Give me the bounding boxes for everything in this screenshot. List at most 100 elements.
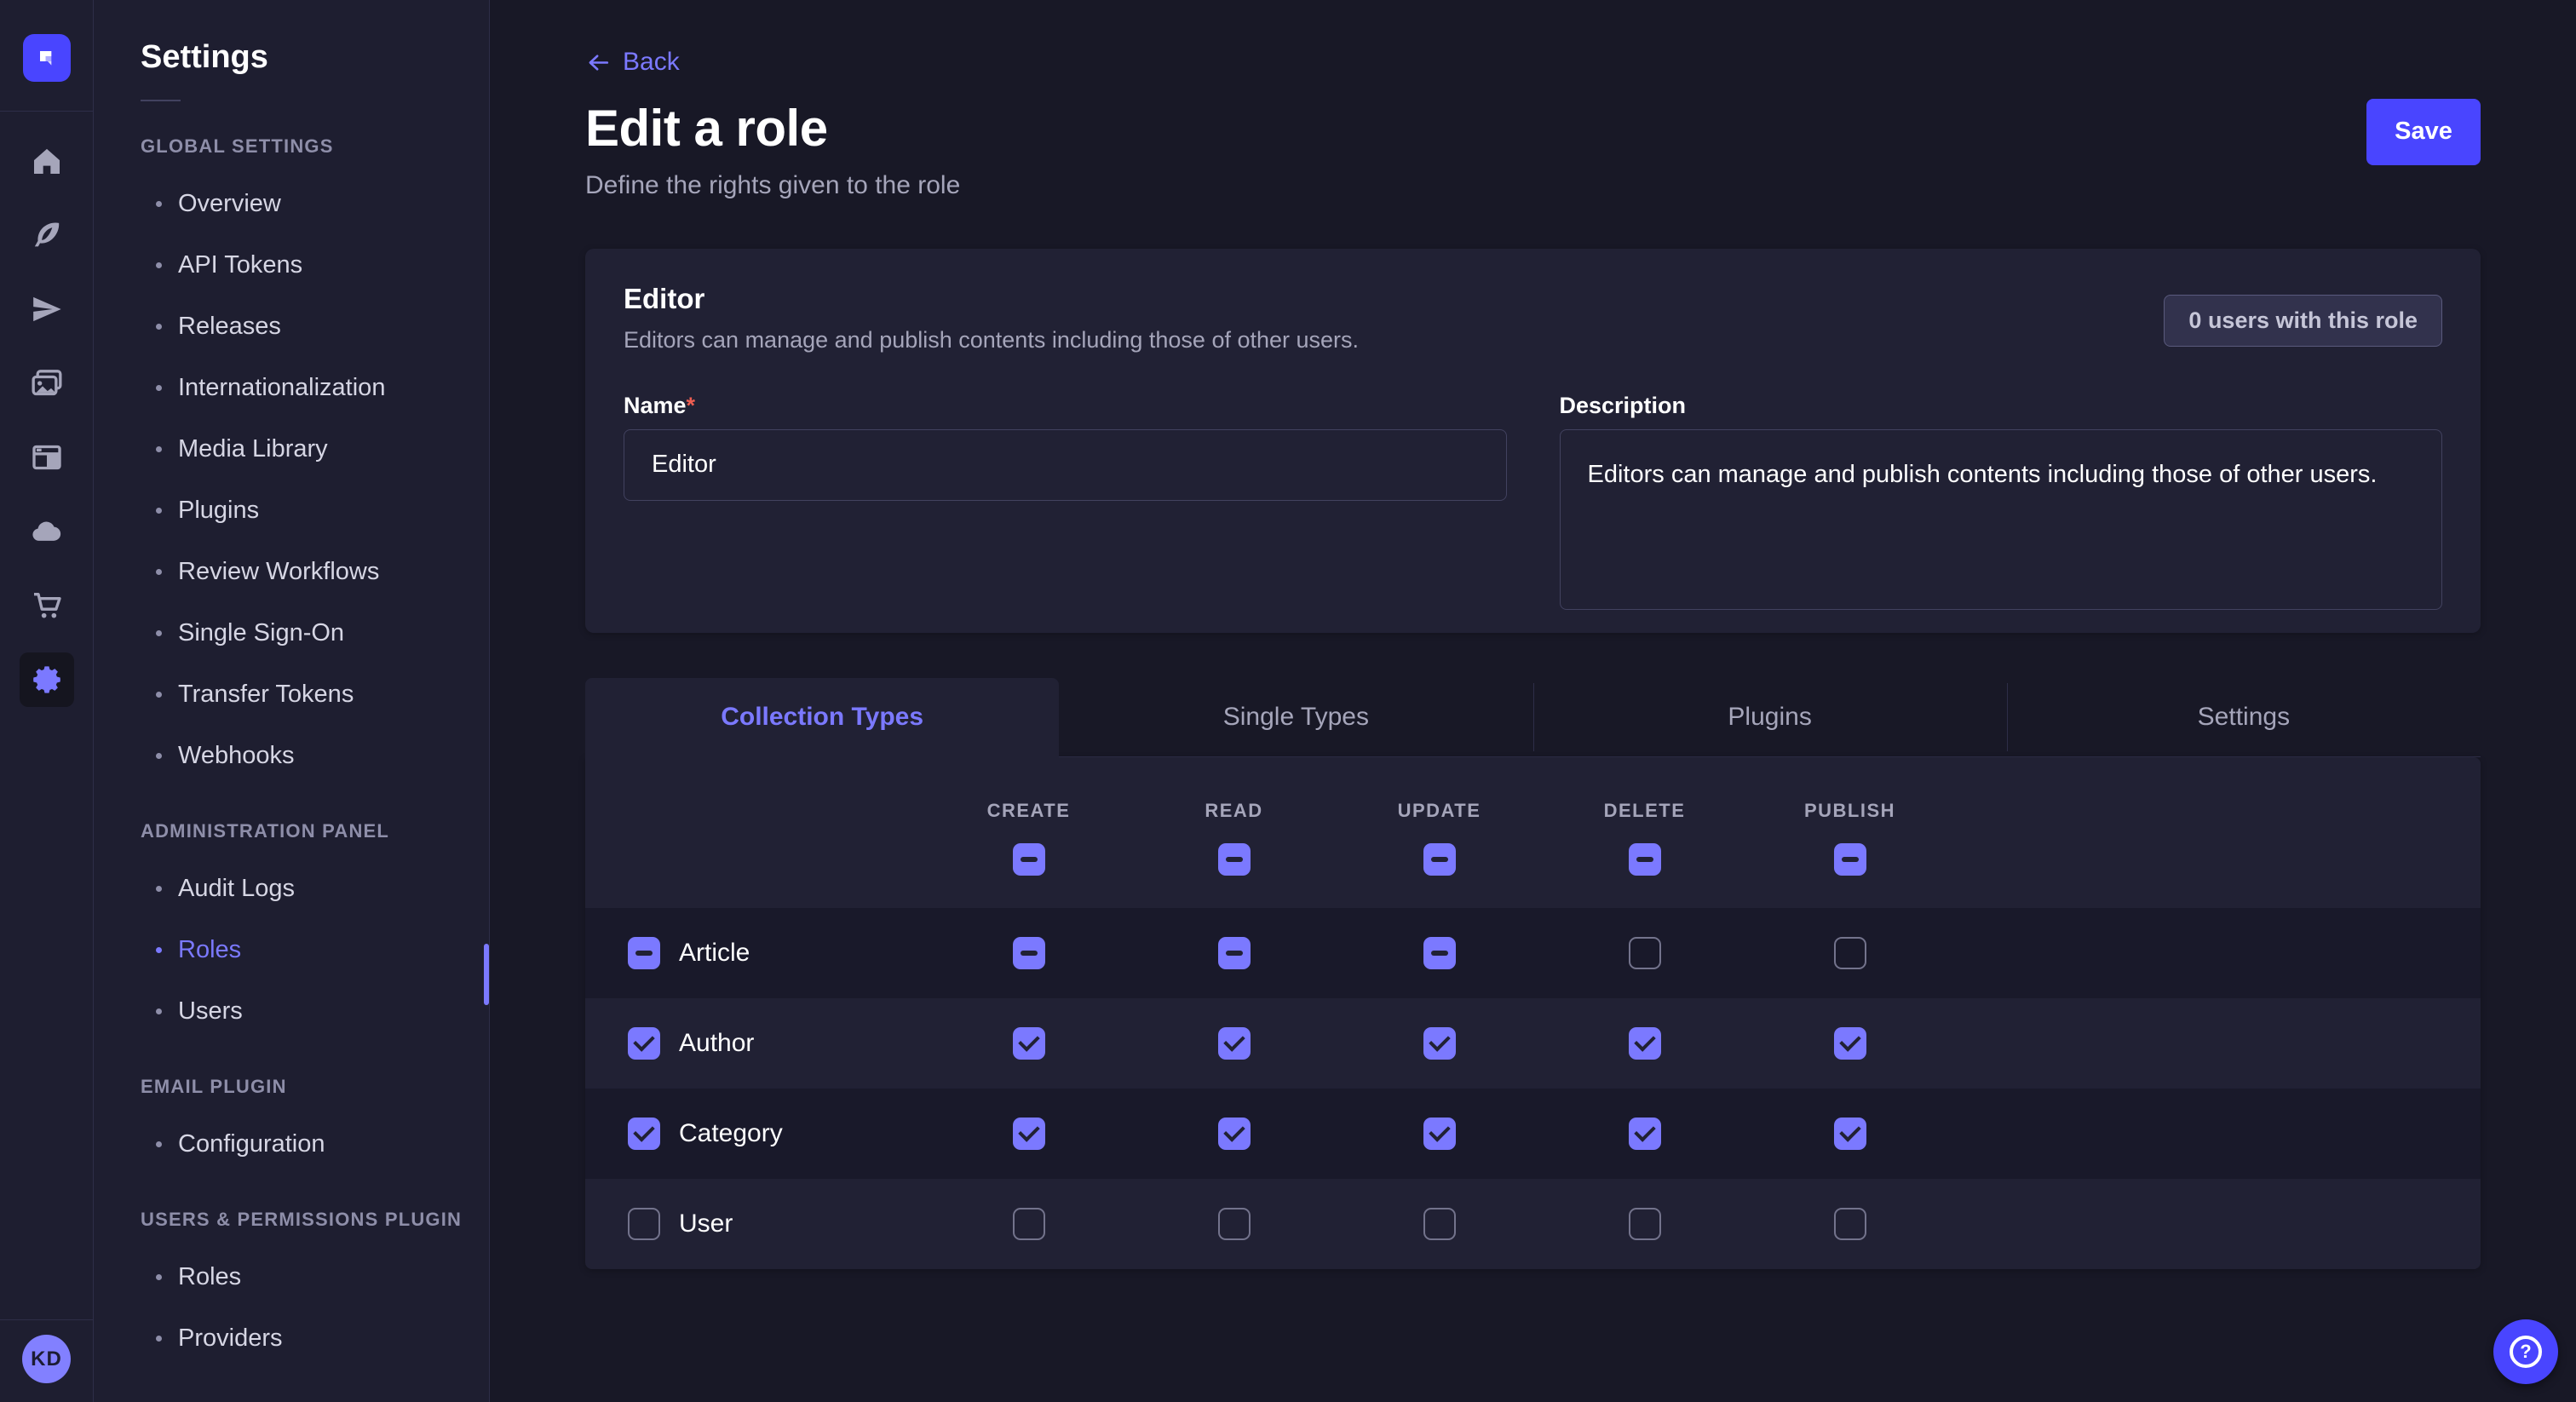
bullet-icon bbox=[156, 262, 162, 268]
marketplace-icon[interactable] bbox=[20, 578, 74, 633]
sidebar-item-audit-logs[interactable]: Audit Logs bbox=[141, 858, 472, 919]
content-manager-icon[interactable] bbox=[20, 430, 74, 485]
author-delete-checkbox[interactable] bbox=[1629, 1027, 1661, 1060]
sidebar-item-label: API Tokens bbox=[178, 251, 302, 279]
article-delete-checkbox[interactable] bbox=[1629, 937, 1661, 969]
table-row-user: User bbox=[585, 1179, 2481, 1269]
sidebar-item-api-tokens[interactable]: API Tokens bbox=[141, 234, 472, 296]
sidebar-item-releases[interactable]: Releases bbox=[141, 296, 472, 357]
sidebar-item-label: Transfer Tokens bbox=[178, 681, 354, 709]
select-row-author-checkbox[interactable] bbox=[628, 1027, 660, 1060]
help-button[interactable]: ? bbox=[2493, 1319, 2558, 1384]
sidebar-section: GLOBAL SETTINGS Overview API Tokens Rele… bbox=[141, 135, 472, 786]
select-row-user-checkbox[interactable] bbox=[628, 1208, 660, 1240]
sidebar-section-items: Roles Providers bbox=[141, 1246, 472, 1369]
select-all-update-checkbox[interactable] bbox=[1423, 843, 1456, 876]
sidebar-item-label: Overview bbox=[178, 190, 281, 218]
sidebar-item-roles[interactable]: Roles bbox=[141, 919, 472, 980]
sidebar-item-label: Providers bbox=[178, 1324, 283, 1353]
bullet-icon bbox=[156, 385, 162, 391]
description-textarea[interactable]: Editors can manage and publish contents … bbox=[1560, 429, 2443, 610]
tab-single-types[interactable]: Single Types bbox=[1059, 678, 1532, 756]
sidebar-item-transfer-tokens[interactable]: Transfer Tokens bbox=[141, 664, 472, 725]
select-all-create-checkbox[interactable] bbox=[1013, 843, 1045, 876]
user-update-checkbox[interactable] bbox=[1423, 1208, 1456, 1240]
row-name-cell: Category bbox=[585, 1118, 926, 1150]
select-row-article-checkbox[interactable] bbox=[628, 937, 660, 969]
content-writer-icon[interactable] bbox=[20, 208, 74, 262]
author-update-checkbox[interactable] bbox=[1423, 1027, 1456, 1060]
column-header-create: Create bbox=[926, 800, 1131, 822]
sidebar-item-webhooks[interactable]: Webhooks bbox=[141, 725, 472, 786]
main-content: Back Edit a role Define the rights given… bbox=[490, 0, 2576, 1402]
author-read-checkbox[interactable] bbox=[1218, 1027, 1251, 1060]
settings-icon[interactable] bbox=[20, 652, 74, 707]
row-name-cell: Article bbox=[585, 937, 926, 969]
sidebar-item-plugins[interactable]: Plugins bbox=[141, 480, 472, 541]
author-publish-checkbox[interactable] bbox=[1834, 1027, 1866, 1060]
article-create-checkbox[interactable] bbox=[1013, 937, 1045, 969]
sidebar-item-roles[interactable]: Roles bbox=[141, 1246, 472, 1307]
user-delete-checkbox[interactable] bbox=[1629, 1208, 1661, 1240]
user-create-checkbox[interactable] bbox=[1013, 1208, 1045, 1240]
select-row-category-checkbox[interactable] bbox=[628, 1118, 660, 1150]
category-publish-checkbox[interactable] bbox=[1834, 1118, 1866, 1150]
row-label: Category bbox=[679, 1119, 783, 1148]
sidebar-item-single-sign-on[interactable]: Single Sign-On bbox=[141, 602, 472, 664]
back-arrow-icon bbox=[585, 49, 612, 76]
category-create-checkbox[interactable] bbox=[1013, 1118, 1045, 1150]
cloud-icon[interactable] bbox=[20, 504, 74, 559]
permissions-panel: Collection Types Single Types Plugins Se… bbox=[585, 678, 2481, 1269]
sidebar-item-label: Roles bbox=[178, 1263, 241, 1291]
save-button[interactable]: Save bbox=[2366, 99, 2481, 165]
tab-settings[interactable]: Settings bbox=[2007, 678, 2481, 756]
sidebar-section: EMAIL PLUGIN Configuration bbox=[141, 1076, 472, 1175]
bullet-icon bbox=[156, 630, 162, 636]
select-all-row bbox=[585, 843, 2481, 876]
category-read-checkbox[interactable] bbox=[1218, 1118, 1251, 1150]
select-all-delete-checkbox[interactable] bbox=[1629, 843, 1661, 876]
select-all-publish-checkbox[interactable] bbox=[1834, 843, 1866, 876]
sidebar-section: ADMINISTRATION PANEL Audit Logs Roles Us… bbox=[141, 820, 472, 1042]
sidebar-item-internationalization[interactable]: Internationalization bbox=[141, 357, 472, 418]
bullet-icon bbox=[156, 947, 162, 953]
tab-plugins[interactable]: Plugins bbox=[1533, 678, 2007, 756]
article-publish-checkbox[interactable] bbox=[1834, 937, 1866, 969]
users-with-role-badge[interactable]: 0 users with this role bbox=[2164, 295, 2442, 347]
sidebar-item-users[interactable]: Users bbox=[141, 980, 472, 1042]
bullet-icon bbox=[156, 508, 162, 514]
table-row-author: Author bbox=[585, 998, 2481, 1089]
sidebar-section-label: EMAIL PLUGIN bbox=[141, 1076, 472, 1098]
category-update-checkbox[interactable] bbox=[1423, 1118, 1456, 1150]
article-read-checkbox[interactable] bbox=[1218, 937, 1251, 969]
sidebar-section-label: ADMINISTRATION PANEL bbox=[141, 820, 472, 842]
user-avatar[interactable]: KD bbox=[22, 1335, 71, 1383]
media-library-icon[interactable] bbox=[20, 356, 74, 411]
home-icon[interactable] bbox=[20, 134, 74, 188]
tab-collection-types[interactable]: Collection Types bbox=[585, 678, 1059, 757]
sidebar-item-review-workflows[interactable]: Review Workflows bbox=[141, 541, 472, 602]
user-read-checkbox[interactable] bbox=[1218, 1208, 1251, 1240]
sidebar-item-providers[interactable]: Providers bbox=[141, 1307, 472, 1369]
sidebar-item-media-library[interactable]: Media Library bbox=[141, 418, 472, 480]
column-header-publish: Publish bbox=[1747, 800, 1952, 822]
category-delete-checkbox[interactable] bbox=[1629, 1118, 1661, 1150]
sidebar-item-configuration[interactable]: Configuration bbox=[141, 1113, 472, 1175]
bullet-icon bbox=[156, 324, 162, 330]
bullet-icon bbox=[156, 446, 162, 452]
release-icon[interactable] bbox=[20, 282, 74, 336]
name-input[interactable] bbox=[624, 429, 1507, 501]
rail-footer: KD bbox=[0, 1319, 94, 1402]
sidebar-item-label: Plugins bbox=[178, 497, 259, 525]
rail-divider bbox=[0, 111, 94, 112]
back-link[interactable]: Back bbox=[585, 48, 680, 77]
description-field-label: Description bbox=[1560, 393, 1687, 418]
select-all-read-checkbox[interactable] bbox=[1218, 843, 1251, 876]
sidebar-item-overview[interactable]: Overview bbox=[141, 173, 472, 234]
column-labels-row: CreateReadUpdateDeletePublish bbox=[585, 800, 2481, 822]
article-update-checkbox[interactable] bbox=[1423, 937, 1456, 969]
sidebar-item-label: Users bbox=[178, 997, 243, 1026]
strapi-logo[interactable] bbox=[23, 34, 71, 82]
author-create-checkbox[interactable] bbox=[1013, 1027, 1045, 1060]
user-publish-checkbox[interactable] bbox=[1834, 1208, 1866, 1240]
